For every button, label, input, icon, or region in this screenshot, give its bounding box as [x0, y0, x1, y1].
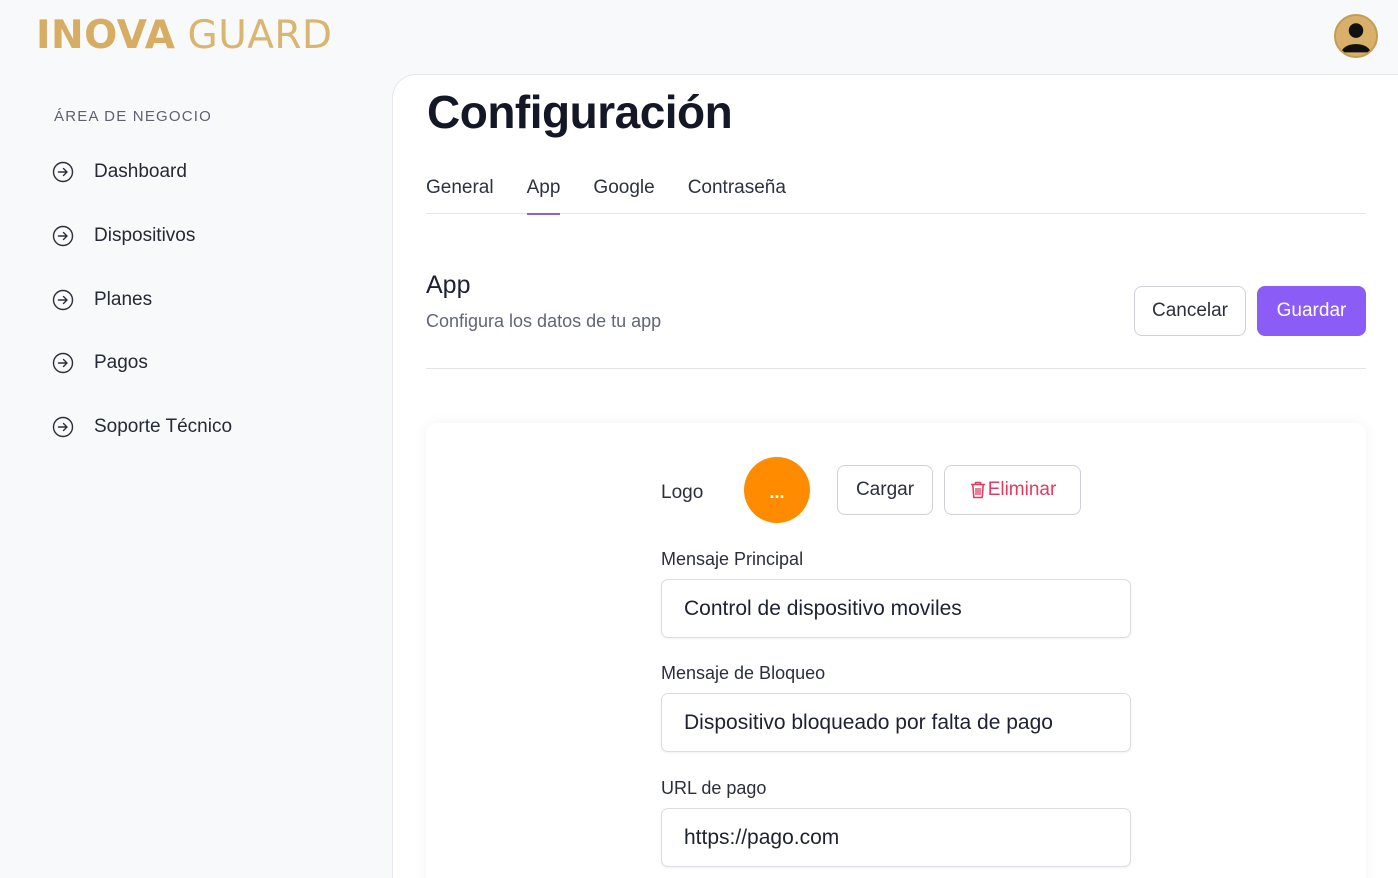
sidebar-item-label: Pagos: [94, 352, 148, 373]
field-label-main-message: Mensaje Principal: [661, 549, 804, 569]
sidebar: ÁREA DE NEGOCIO Dashboard Dispositivos P…: [0, 74, 392, 878]
field-label-block-message: Mensaje de Bloqueo: [661, 663, 826, 683]
page-title: Configuración: [427, 86, 733, 138]
user-avatar-icon: [1336, 16, 1376, 56]
sidebar-section-title: ÁREA DE NEGOCIO: [54, 108, 213, 125]
logo-label: Logo: [661, 482, 704, 503]
arrow-circle-right-icon: [52, 352, 74, 374]
payment-url-input[interactable]: [661, 808, 1131, 867]
sidebar-item-label: Dispositivos: [94, 225, 196, 246]
block-message-input[interactable]: [661, 693, 1131, 752]
section-divider: [426, 368, 1366, 369]
arrow-circle-right-icon: [52, 416, 74, 438]
delete-logo-button[interactable]: Eliminar: [944, 465, 1081, 515]
tab-google[interactable]: Google: [593, 175, 654, 214]
user-avatar[interactable]: [1334, 14, 1378, 58]
arrow-circle-right-icon: [52, 161, 74, 183]
app-logo-preview: ...: [744, 457, 810, 523]
sidebar-item-dispositivos[interactable]: Dispositivos: [52, 221, 195, 251]
cancel-button[interactable]: Cancelar: [1134, 286, 1246, 336]
tab-contrasena[interactable]: Contraseña: [688, 175, 786, 214]
tab-general[interactable]: General: [426, 175, 494, 214]
main-message-input[interactable]: [661, 579, 1131, 638]
sidebar-item-soporte[interactable]: Soporte Técnico: [52, 412, 232, 442]
section-subtitle: Configura los datos de tu app: [426, 311, 662, 331]
trash-icon: [970, 481, 985, 499]
section-title: App: [426, 271, 471, 299]
arrow-circle-right-icon: [52, 225, 74, 247]
sidebar-item-planes[interactable]: Planes: [52, 285, 152, 315]
sidebar-item-label: Soporte Técnico: [94, 416, 233, 437]
sidebar-item-label: Dashboard: [94, 161, 187, 182]
arrow-circle-right-icon: [52, 289, 74, 311]
save-button[interactable]: Guardar: [1257, 286, 1366, 336]
sidebar-item-label: Planes: [94, 289, 153, 310]
tab-bar: General App Google Contraseña: [426, 175, 1366, 215]
sidebar-item-pagos[interactable]: Pagos: [52, 348, 148, 378]
delete-logo-label: Eliminar: [987, 479, 1057, 500]
tab-app[interactable]: App: [526, 175, 560, 215]
upload-logo-button[interactable]: Cargar: [837, 465, 933, 515]
brand-logo[interactable]: INOVA GUARD: [36, 14, 333, 58]
field-label-payment-url: URL de pago: [661, 778, 767, 798]
brand-name-light: GUARD: [187, 13, 333, 58]
brand-name-bold: INOVA: [36, 13, 176, 58]
sidebar-item-dashboard[interactable]: Dashboard: [52, 157, 187, 187]
main-content: Configuración General App Google Contras…: [392, 74, 1398, 878]
